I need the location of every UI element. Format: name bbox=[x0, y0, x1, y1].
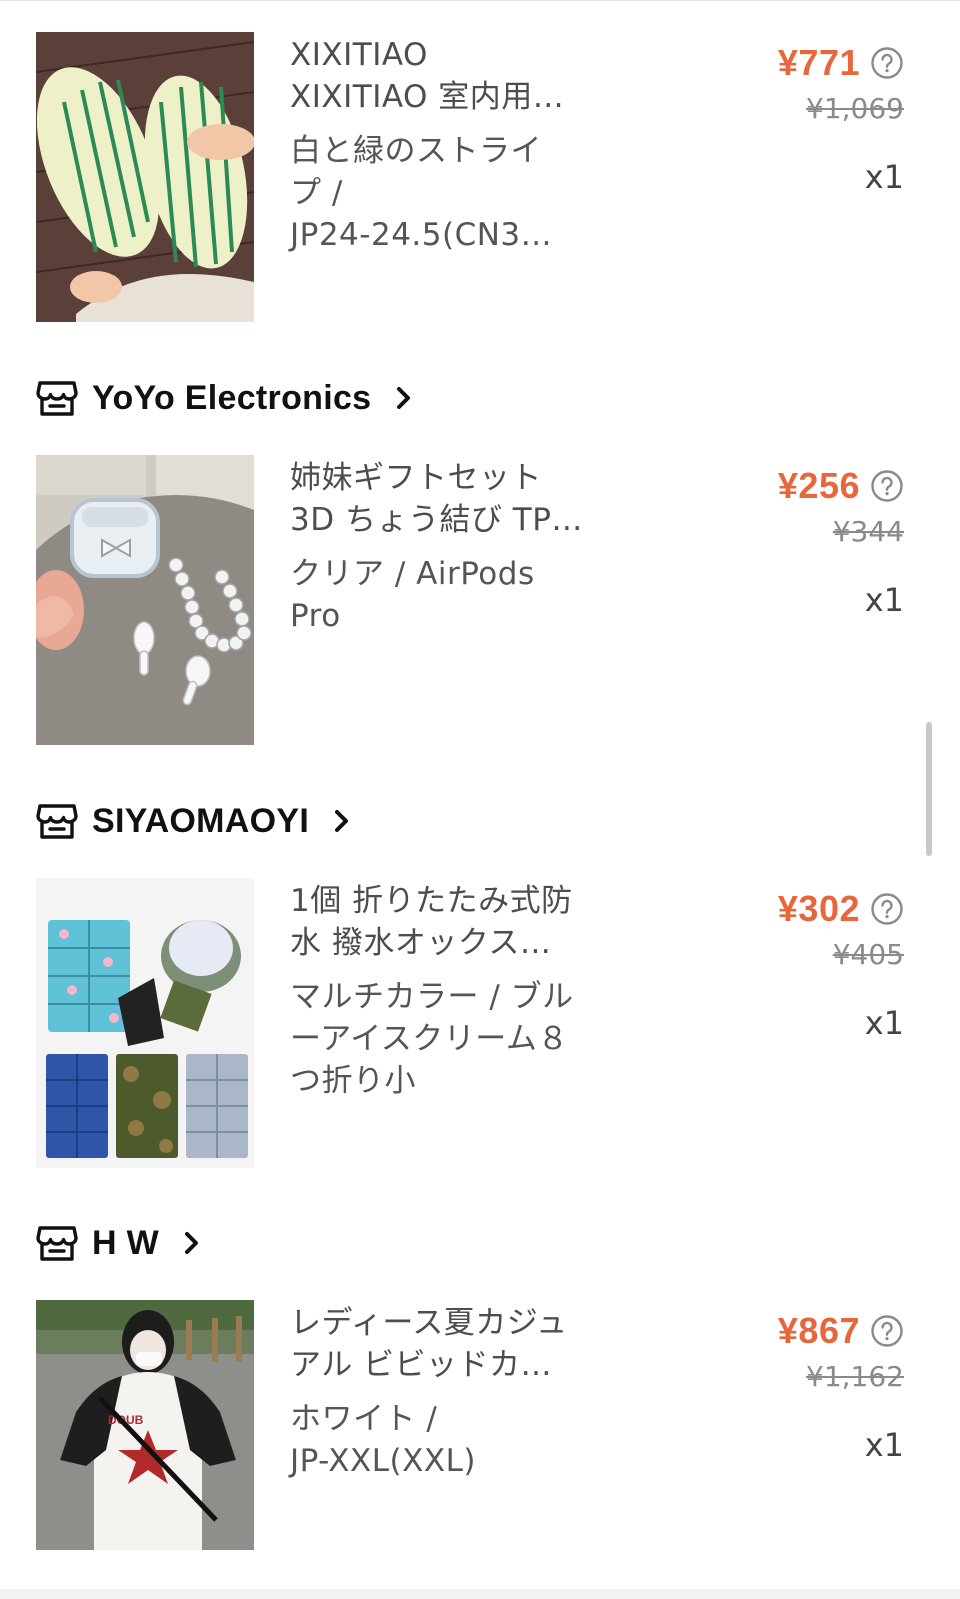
original-price: ¥344 bbox=[832, 515, 904, 548]
variant-line: JP-XXL(XXL) bbox=[290, 1443, 476, 1479]
sale-price: ¥302 bbox=[777, 888, 860, 929]
product-item[interactable]: DOUB レディース夏カジュ アル ビビッドカ… ホワイト / JP-XXL(X… bbox=[36, 1300, 924, 1590]
store-header-yoyo-electronics[interactable]: YoYo Electronics bbox=[36, 373, 415, 423]
question-circle-icon[interactable] bbox=[870, 892, 904, 926]
scrollbar[interactable] bbox=[926, 722, 932, 856]
price-info[interactable]: ¥771 bbox=[778, 42, 904, 84]
product-title-line: アル ビビッドカ… bbox=[290, 1347, 553, 1383]
store-name: SIYAOMAOYI bbox=[92, 801, 310, 840]
variant-line: ーアイスクリーム８ bbox=[290, 1021, 569, 1057]
product-title[interactable]: XIXITIAO XIXITIAO 室内用… bbox=[290, 34, 590, 118]
variant-line: プ / bbox=[290, 175, 343, 211]
price-info[interactable]: ¥256 bbox=[778, 465, 904, 507]
product-item[interactable]: 姉妹ギフトセット 3D ちょう結び TP… クリア / AirPods Pro … bbox=[36, 455, 924, 745]
product-title[interactable]: 1個 折りたたみ式防 水 撥水オックス… bbox=[290, 880, 590, 964]
chevron-right-icon bbox=[335, 810, 349, 832]
product-title-line: XIXITIAO 室内用… bbox=[290, 79, 565, 115]
sale-price: ¥867 bbox=[777, 1310, 860, 1351]
original-price: ¥405 bbox=[832, 938, 904, 971]
product-image-slippers[interactable] bbox=[36, 32, 254, 322]
product-image-airpods-case[interactable] bbox=[36, 455, 254, 745]
question-circle-icon[interactable] bbox=[870, 1314, 904, 1348]
product-title[interactable]: 姉妹ギフトセット 3D ちょう結び TP… bbox=[290, 457, 590, 541]
variant-line: マルチカラー / ブル bbox=[290, 979, 574, 1015]
variant-line: Pro bbox=[290, 598, 341, 634]
price-info[interactable]: ¥867 bbox=[778, 1310, 904, 1352]
variant-line: 白と緑のストライ bbox=[290, 133, 542, 169]
store-icon bbox=[36, 804, 78, 839]
product-item[interactable]: 1個 折りたたみ式防 水 撥水オックス… マルチカラー / ブル ーアイスクリー… bbox=[36, 878, 924, 1168]
question-circle-icon[interactable] bbox=[870, 46, 904, 80]
sale-price: ¥256 bbox=[777, 465, 860, 506]
chevron-right-icon bbox=[185, 1232, 198, 1254]
variant-line: クリア / AirPods bbox=[290, 556, 535, 592]
quantity: x1 bbox=[864, 1004, 904, 1042]
sale-price: ¥771 bbox=[777, 42, 860, 83]
product-item[interactable]: XIXITIAO XIXITIAO 室内用… 白と緑のストライ プ / JP24… bbox=[36, 32, 924, 322]
store-header-hw[interactable]: H W bbox=[36, 1218, 203, 1268]
product-variant: ホワイト / JP-XXL(XXL) bbox=[290, 1398, 590, 1482]
product-title-line: XIXITIAO bbox=[290, 37, 428, 73]
price-info[interactable]: ¥302 bbox=[778, 888, 904, 930]
quantity: x1 bbox=[864, 158, 904, 196]
bottom-edge bbox=[0, 1589, 960, 1599]
product-image-foldable-cushion[interactable] bbox=[36, 878, 254, 1168]
store-icon bbox=[36, 1226, 78, 1261]
quantity: x1 bbox=[864, 581, 904, 619]
product-title-line: 3D ちょう結び TP… bbox=[290, 502, 583, 538]
product-image-raglan-tshirt[interactable]: DOUB bbox=[36, 1300, 254, 1550]
store-name: H W bbox=[92, 1223, 159, 1262]
product-title-line: レディース夏カジュ bbox=[290, 1305, 568, 1341]
product-title-line: 水 撥水オックス… bbox=[290, 925, 552, 961]
product-title-line: 1個 折りたたみ式防 bbox=[290, 883, 573, 919]
chevron-right-icon bbox=[397, 387, 411, 409]
store-name: YoYo Electronics bbox=[92, 378, 372, 417]
store-icon bbox=[36, 381, 78, 416]
divider bbox=[0, 0, 960, 1]
product-title[interactable]: レディース夏カジュ アル ビビッドカ… bbox=[290, 1302, 590, 1386]
original-price: ¥1,069 bbox=[806, 92, 904, 125]
question-circle-icon[interactable] bbox=[870, 469, 904, 503]
product-title-line: 姉妹ギフトセット bbox=[290, 460, 542, 496]
variant-line: つ折り小 bbox=[290, 1063, 416, 1099]
product-variant: マルチカラー / ブル ーアイスクリーム８ つ折り小 bbox=[290, 976, 590, 1102]
order-items-list: XIXITIAO XIXITIAO 室内用… 白と緑のストライ プ / JP24… bbox=[0, 0, 960, 1599]
product-variant: クリア / AirPods Pro bbox=[290, 553, 590, 637]
store-header-siyaomaoyi[interactable]: SIYAOMAOYI bbox=[36, 796, 353, 846]
quantity: x1 bbox=[864, 1426, 904, 1464]
variant-line: JP24-24.5(CN3… bbox=[290, 217, 553, 253]
variant-line: ホワイト / bbox=[290, 1401, 438, 1437]
original-price: ¥1,162 bbox=[806, 1360, 904, 1393]
product-variant: 白と緑のストライ プ / JP24-24.5(CN3… bbox=[290, 130, 590, 256]
